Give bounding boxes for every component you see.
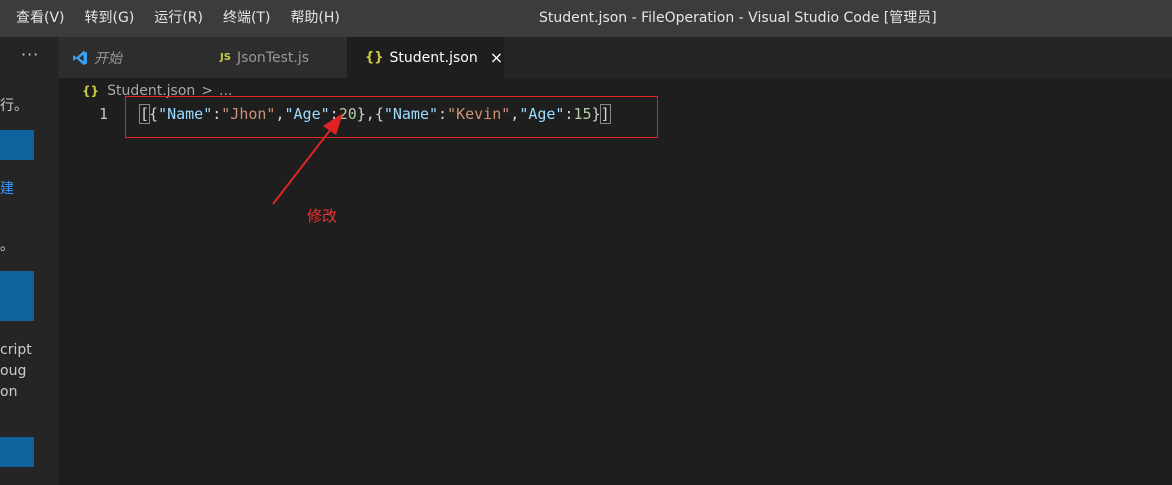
annotation-arrow [272,113,343,205]
annotation-label: 修改 [307,207,338,225]
